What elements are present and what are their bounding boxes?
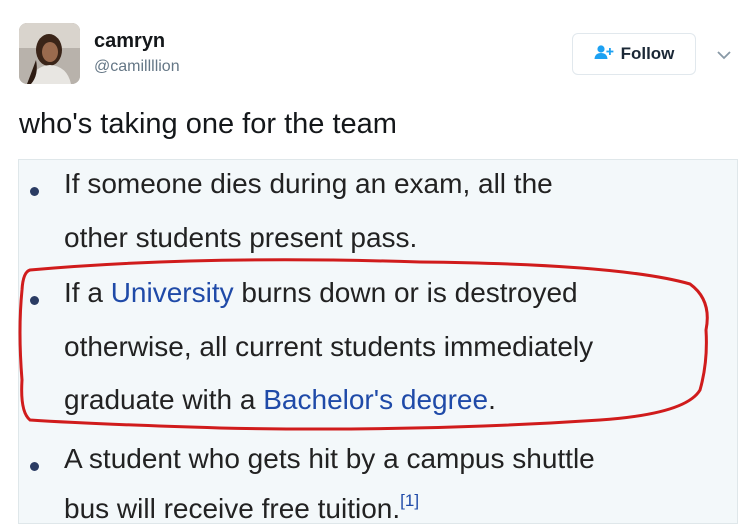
list-item [30, 279, 57, 305]
university-link[interactable]: University [111, 277, 234, 308]
bachelors-degree-link[interactable]: Bachelor's degree [263, 384, 488, 415]
follow-button[interactable]: Follow [572, 33, 696, 75]
bullet-3-line-1: A student who gets hit by a campus shutt… [64, 443, 595, 474]
list-item [30, 170, 57, 196]
follow-button-label: Follow [620, 44, 675, 63]
avatar-image [19, 23, 80, 84]
add-user-icon [594, 44, 614, 65]
bullet-1-line-1: If someone dies during an exam, all the [64, 168, 553, 199]
bullet-1-line-2: other students present pass. [64, 222, 418, 253]
list-item [30, 445, 57, 471]
text-segment: If a [64, 277, 111, 308]
avatar[interactable] [19, 23, 80, 84]
bullet-2-line-1: If a University burns down or is destroy… [64, 277, 578, 309]
bullet-dot [30, 187, 39, 196]
text-segment: bus will receive free tuition. [64, 493, 401, 524]
bullet-3-line-2: bus will receive free tuition.[1] [64, 491, 419, 525]
text-segment: graduate with a [64, 384, 264, 415]
chevron-down-icon[interactable] [716, 48, 732, 60]
bullet-dot [30, 296, 39, 305]
bullet-2-line-3: graduate with a Bachelor's degree. [64, 384, 496, 416]
citation-link[interactable]: [1] [400, 491, 419, 510]
tweet-text: who's taking one for the team [19, 108, 397, 140]
bullet-2-line-2: otherwise, all current students immediat… [64, 331, 594, 362]
text-segment: . [488, 384, 496, 415]
user-display-name[interactable]: camryn [94, 30, 165, 53]
text-segment: burns down or is destroyed [233, 277, 578, 308]
bullet-dot [30, 462, 39, 471]
user-handle[interactable]: @camillllion [94, 58, 180, 76]
